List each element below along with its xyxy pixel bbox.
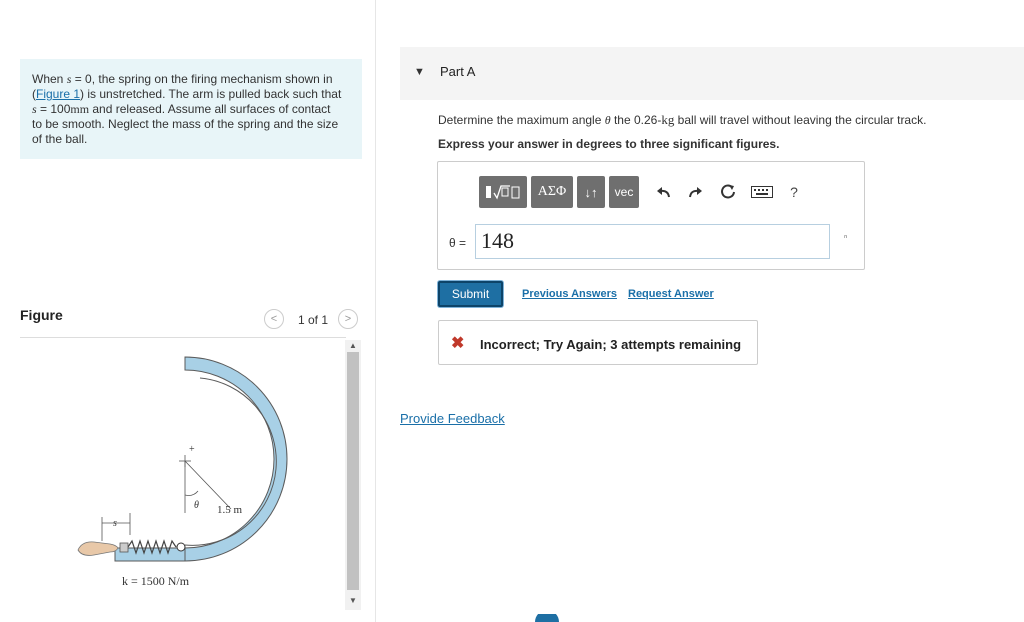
spring: [127, 539, 177, 555]
help-button[interactable]: ?: [779, 176, 809, 208]
figure-illustration: + θ 1.5 m s k = 1500 N/m: [77, 356, 288, 588]
answer-label: θ =: [449, 236, 467, 250]
scroll-up-icon[interactable]: ▲: [345, 341, 361, 350]
exponent-caret-icon: ⁿ: [844, 232, 848, 242]
greek-symbols-button[interactable]: ΑΣΦ: [531, 176, 573, 208]
problem-text: When s = 0, the spring on the firing mec…: [32, 72, 342, 146]
circular-track: [184, 356, 288, 562]
figure-next-button[interactable]: >: [338, 309, 358, 329]
problem-statement: When s = 0, the spring on the firing mec…: [20, 59, 362, 159]
reset-icon[interactable]: [711, 176, 745, 208]
theta-label: θ: [194, 500, 199, 511]
feedback-text: Incorrect; Try Again; 3 attempts remaini…: [480, 337, 742, 352]
provide-feedback-link[interactable]: Provide Feedback: [400, 411, 505, 426]
answer-input[interactable]: 148: [475, 224, 830, 259]
scroll-down-icon[interactable]: ▼: [345, 596, 361, 605]
collapse-caret-icon[interactable]: ▼: [414, 66, 425, 78]
spring-arm: [119, 542, 129, 553]
question-text: Determine the maximum angle θ the 0.26-k…: [438, 112, 927, 127]
pane-divider: [375, 0, 376, 622]
figure-heading: Figure: [20, 307, 63, 323]
figure-link[interactable]: Figure 1: [36, 87, 80, 101]
part-title: Part A: [440, 64, 476, 79]
scrollbar-thumb[interactable]: [347, 352, 359, 590]
figure-divider: [20, 337, 346, 338]
s-label: s: [113, 518, 117, 529]
radius-label: 1.5 m: [217, 504, 243, 516]
spring-constant-label: k = 1500 N/m: [122, 574, 190, 588]
ball: [176, 542, 186, 552]
submit-button[interactable]: Submit: [438, 281, 503, 307]
request-answer-link[interactable]: Request Answer: [628, 288, 714, 300]
undo-icon[interactable]: [649, 176, 679, 208]
radius-line: [184, 460, 232, 510]
center-label: +: [189, 444, 195, 455]
figure-pager: 1 of 1: [298, 313, 329, 327]
hand-icon: [77, 541, 119, 556]
previous-answers-link[interactable]: Previous Answers: [522, 288, 617, 300]
angle-arc: [184, 490, 199, 496]
template-sqrt-icon[interactable]: [479, 176, 527, 208]
answer-instructions: Express your answer in degrees to three …: [438, 137, 780, 151]
redo-icon[interactable]: [679, 176, 711, 208]
unit-kg: kg: [661, 112, 675, 127]
incorrect-icon: ✖: [451, 335, 465, 352]
keyboard-icon[interactable]: [745, 176, 779, 208]
unit-mm: mm: [70, 102, 90, 116]
part-header[interactable]: [400, 47, 1024, 100]
figure-prev-button[interactable]: <: [264, 309, 284, 329]
arrows-button[interactable]: ↓↑: [577, 176, 605, 208]
partial-circle-icon: [535, 614, 559, 622]
vector-button[interactable]: vec: [609, 176, 639, 208]
math-toolbar: ΑΣΦ ↓↑ vec ?: [479, 176, 809, 208]
